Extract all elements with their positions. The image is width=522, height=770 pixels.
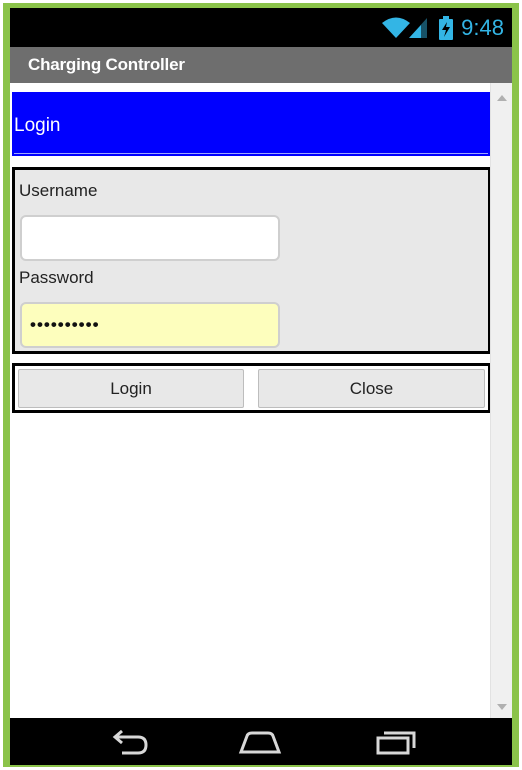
scrollbar[interactable] <box>490 83 512 718</box>
app-title: Charging Controller <box>28 55 185 74</box>
login-button[interactable]: Login <box>18 369 244 408</box>
close-button[interactable]: Close <box>258 369 485 408</box>
login-header-title: Login <box>14 115 61 136</box>
status-icons: 9:48 <box>381 14 504 42</box>
back-icon[interactable] <box>106 728 154 756</box>
header-underline <box>14 153 488 154</box>
screen-content: Login Username Password •••••••••• Login… <box>10 83 512 718</box>
scroll-up-arrow-icon[interactable] <box>497 95 507 101</box>
device-frame: 9:48 Charging Controller Login Username … <box>3 3 519 767</box>
password-label: Password <box>19 268 94 287</box>
signal-icon <box>407 16 429 40</box>
home-icon[interactable] <box>236 728 284 756</box>
button-row: Login Close <box>12 363 491 413</box>
app-title-bar: Charging Controller <box>10 47 512 83</box>
password-input[interactable]: •••••••••• <box>20 302 280 348</box>
recent-apps-icon[interactable] <box>370 728 418 756</box>
scroll-down-arrow-icon[interactable] <box>497 704 507 710</box>
battery-charging-icon <box>439 16 454 40</box>
username-label: Username <box>19 181 98 200</box>
status-bar: 9:48 <box>10 8 512 47</box>
status-time: 9:48 <box>461 15 504 40</box>
login-form: Username Password •••••••••• <box>12 167 491 354</box>
username-input[interactable] <box>20 215 280 261</box>
login-header: Login <box>12 92 490 156</box>
navigation-bar <box>10 718 512 765</box>
